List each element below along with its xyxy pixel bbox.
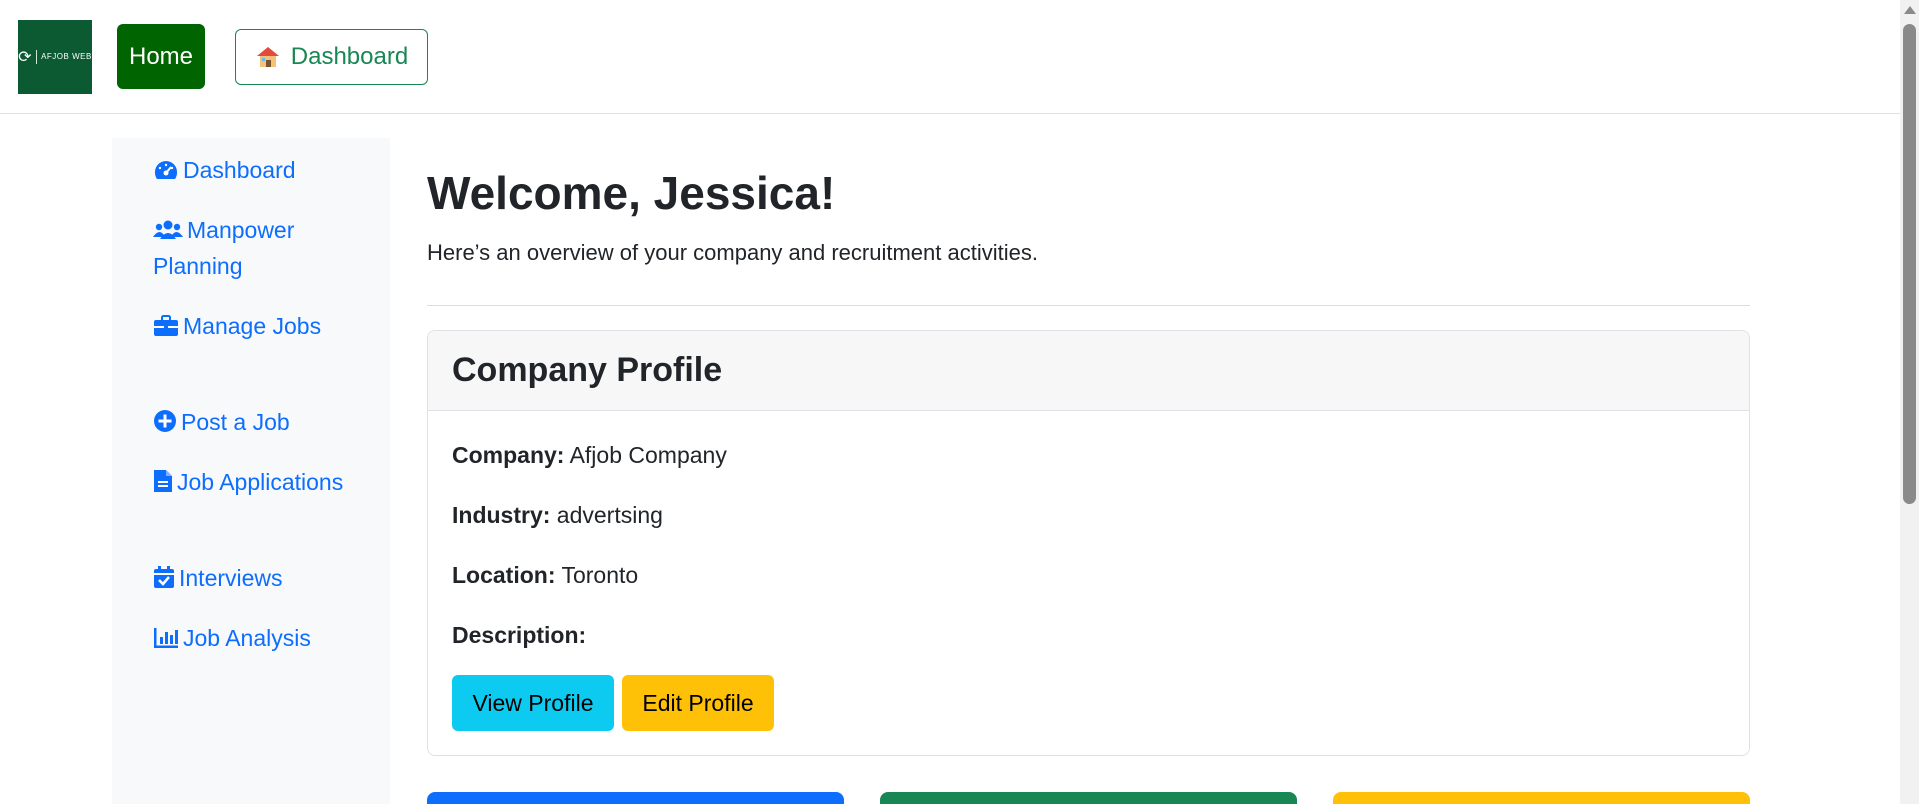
page-title: Welcome, Jessica!	[427, 167, 836, 219]
location-value: Toronto	[561, 562, 639, 588]
sidebar: Dashboard Manpower Planning Manage Jobs	[112, 138, 390, 804]
description-field: Description:	[452, 619, 586, 651]
location-label: Location:	[452, 562, 556, 588]
sidebar-item-job-applications[interactable]: Job Applications	[153, 464, 353, 500]
briefcase-icon	[154, 315, 178, 336]
stat-card-blue[interactable]	[427, 792, 844, 804]
file-icon	[154, 470, 172, 492]
sidebar-item-label: Job Applications	[177, 469, 344, 495]
stat-card-yellow[interactable]	[1333, 792, 1750, 804]
location-field: Location: Toronto	[452, 559, 638, 591]
sidebar-item-job-analysis[interactable]: Job Analysis	[153, 620, 353, 656]
industry-label: Industry:	[452, 502, 551, 528]
users-icon	[153, 220, 183, 239]
scroll-up-icon[interactable]	[1904, 6, 1916, 14]
house-icon	[256, 47, 279, 67]
company-field: Company: Afjob Company	[452, 439, 727, 471]
dashboard-button[interactable]: Dashboard	[235, 29, 428, 85]
industry-value: advertsing	[556, 502, 663, 528]
edit-profile-button[interactable]: Edit Profile	[622, 675, 774, 731]
card-title: Company Profile	[428, 331, 1749, 411]
industry-field: Industry: advertsing	[452, 499, 663, 531]
gauge-icon	[154, 161, 178, 179]
plus-circle-icon	[154, 410, 176, 432]
sidebar-item-post-a-job[interactable]: Post a Job	[153, 404, 353, 440]
page: ⟳ AFJOB WEB Home Dashboard Dashboard Man…	[0, 0, 1919, 804]
dashboard-button-label: Dashboard	[290, 43, 409, 70]
sidebar-item-interviews[interactable]: Interviews	[153, 560, 353, 596]
company-value: Afjob Company	[569, 442, 727, 468]
scroll-thumb[interactable]	[1903, 24, 1916, 504]
company-label: Company:	[452, 442, 565, 468]
calendar-check-icon	[154, 566, 174, 588]
sidebar-item-label: Interviews	[179, 565, 283, 591]
logo-divider	[36, 50, 38, 64]
sidebar-item-manpower-planning[interactable]: Manpower Planning	[153, 212, 353, 284]
logo-text: AFJOB WEB	[41, 52, 92, 61]
company-profile-card: Company Profile Company: Afjob Company I…	[427, 330, 1750, 756]
logo-mark-icon: ⟳	[18, 49, 33, 66]
sidebar-item-label: Dashboard	[183, 157, 296, 183]
description-label: Description:	[452, 622, 587, 648]
brand-logo[interactable]: ⟳ AFJOB WEB	[18, 20, 92, 94]
sidebar-item-dashboard[interactable]: Dashboard	[153, 152, 353, 188]
page-subtitle: Here’s an overview of your company and r…	[427, 240, 1038, 265]
scrollbar[interactable]	[1900, 0, 1919, 804]
view-profile-button[interactable]: View Profile	[452, 675, 614, 731]
sidebar-item-label: Job Analysis	[183, 625, 311, 651]
home-button[interactable]: Home	[117, 24, 205, 89]
sidebar-item-manage-jobs[interactable]: Manage Jobs	[153, 308, 353, 344]
section-divider	[427, 305, 1750, 306]
stat-card-green[interactable]	[880, 792, 1297, 804]
sidebar-item-label: Post a Job	[181, 409, 290, 435]
top-navbar: ⟳ AFJOB WEB Home Dashboard	[0, 0, 1900, 114]
sidebar-item-label: Manage Jobs	[183, 313, 322, 339]
bar-chart-icon	[154, 628, 178, 648]
